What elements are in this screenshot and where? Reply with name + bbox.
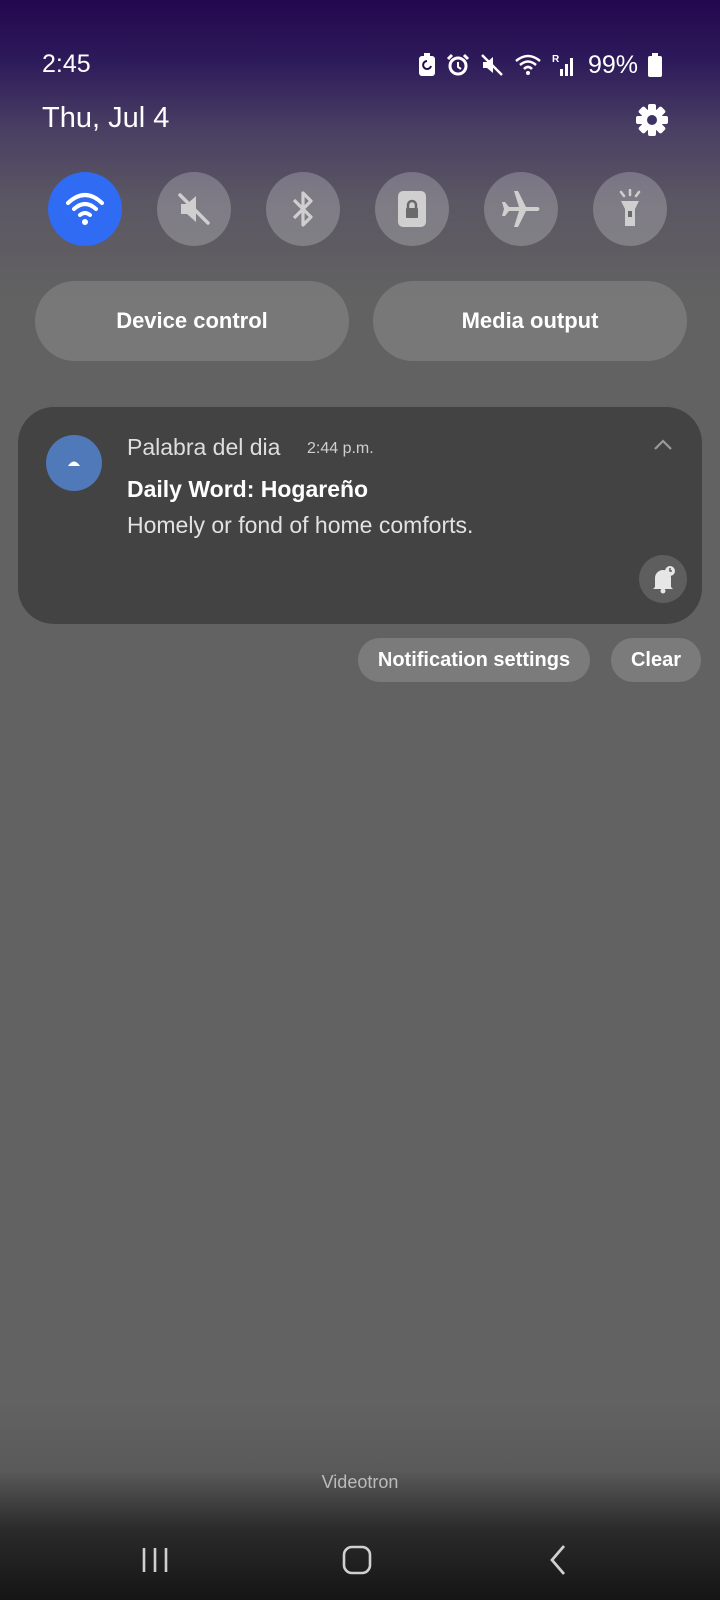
navigation-bar [0,1520,720,1600]
sound-toggle[interactable] [157,172,231,246]
airplane-mode-toggle[interactable] [484,172,558,246]
back-icon [550,1545,566,1575]
flashlight-toggle[interactable] [593,172,667,246]
notification-settings-button[interactable]: Notification settings [358,638,590,682]
date-label: Thu, Jul 4 [42,102,170,134]
carrier-label: Videotron [321,1472,399,1492]
media-output-button[interactable]: Media output [373,281,687,361]
recents-icon [142,1548,168,1572]
gear-icon [636,104,668,136]
wifi-toggle[interactable] [48,172,122,246]
signal-roaming-icon: R [552,54,573,76]
battery-icon [648,53,662,77]
lock-icon [398,191,426,227]
status-time: 2:45 [42,50,91,78]
bluetooth-icon [292,191,313,227]
flashlight-icon [619,189,641,226]
quick-settings [48,172,668,246]
battery-percentage: 99% [587,50,638,79]
bell-snooze-icon [653,566,675,594]
wifi-icon [515,54,541,75]
bluetooth-toggle[interactable] [266,172,340,246]
rotation-lock-toggle[interactable] [375,172,449,246]
device-control-button[interactable]: Device control [35,281,349,361]
svg-text:R: R [552,54,560,65]
recents-button[interactable] [125,1538,185,1582]
snooze-button[interactable] [639,555,687,603]
mute-icon [481,54,503,76]
home-button[interactable] [327,1538,387,1582]
notification-text: Homely or fond of home comforts. [127,512,474,538]
home-icon [342,1545,372,1575]
airplane-icon [502,191,540,227]
alarm-icon [446,53,470,76]
chevron-up-icon [654,439,672,450]
wifi-icon [66,193,104,225]
back-button[interactable] [528,1538,588,1582]
app-icon [46,435,102,491]
battery-saver-icon [418,53,435,76]
mute-icon [178,193,210,225]
clear-button[interactable]: Clear [611,638,701,682]
app-logo-icon [68,461,80,466]
status-icons: R 99% [418,50,662,80]
notification-time: 2:44 p.m. [307,440,374,457]
collapse-button[interactable] [652,438,674,452]
notification-title: Daily Word: Hogareño [127,476,369,502]
settings-button[interactable] [634,102,670,138]
notification-app-name: Palabra del dia [127,434,281,460]
